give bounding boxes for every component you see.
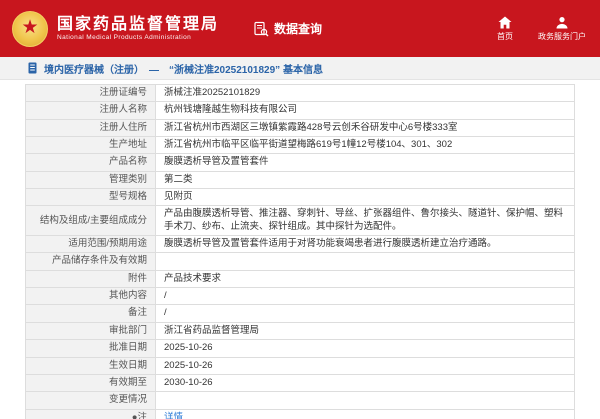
- site-title: 国家药品监督管理局: [57, 15, 220, 33]
- national-emblem-icon: ★: [12, 10, 48, 47]
- nav-portal[interactable]: 政务服务门户: [538, 16, 586, 42]
- row-label: 生产地址: [25, 136, 156, 155]
- info-table-body: 注册证编号 浙械注准20252101829 注册人名称 杭州钱塘隆越生物科技有限公司注…: [25, 83, 575, 419]
- row-value: 产品技术要求: [155, 269, 575, 289]
- table-row: 变更情况: [25, 391, 575, 410]
- breadcrumb-bar: 境内医疗器械（注册） — “浙械注准20252101829” 基本信息: [0, 57, 600, 80]
- table-row: 管理类别 第二类: [25, 170, 575, 190]
- row-label: 批准日期: [25, 339, 156, 358]
- row-value: 第二类: [155, 170, 575, 190]
- row-label: 型号规格: [25, 188, 156, 207]
- table-row: 型号规格 见附页: [25, 188, 575, 207]
- row-value: 浙江省杭州市临平区临平街道望梅路619号1幢12号楼104、301、302: [155, 136, 575, 155]
- row-label: 管理类别: [25, 170, 156, 190]
- row-value: 详情: [155, 408, 575, 419]
- star-icon: ★: [21, 17, 39, 38]
- table-row: 结构及组成/主要组成成分 产品由腹膜透析导管、推注器、穿刺针、导丝、扩张器组件、鲁…: [25, 205, 575, 237]
- site-subtitle: National Medical Products Administration: [57, 34, 192, 42]
- table-row: 注册人名称 杭州钱塘隆越生物科技有限公司: [25, 101, 575, 120]
- title-block: 国家药品监督管理局 National Medical Products Admi…: [57, 16, 219, 41]
- row-value: [155, 391, 575, 410]
- data-query-icon: [253, 21, 269, 37]
- row-label: 备注: [25, 304, 156, 323]
- row-label: 注册人名称: [25, 101, 156, 120]
- nav-portal-label: 政务服务门户: [538, 31, 586, 41]
- table-row: 其他内容 /: [25, 287, 575, 306]
- home-icon: [498, 16, 512, 31]
- header: ★ 国家药品监督管理局 National Medical Products Ad…: [0, 0, 600, 57]
- row-value: /: [155, 287, 575, 306]
- row-label: 结构及组成/主要组成成分: [25, 205, 156, 237]
- row-label: 注册人住所: [25, 118, 156, 138]
- row-label: ●注: [25, 408, 156, 419]
- row-label: 附件: [25, 269, 156, 289]
- row-label: 注册证编号: [25, 83, 156, 103]
- row-label: 产品名称: [25, 153, 156, 172]
- row-value: 2025-10-26: [155, 339, 575, 358]
- header-nav: 首页 政务服务门户: [490, 16, 586, 42]
- row-value: 浙械注准20252101829: [155, 83, 575, 103]
- row-label: 有效期至: [25, 373, 156, 393]
- row-value: 浙江省杭州市西湖区三墩镇紫霞路428号云创禾谷研发中心6号楼333室: [155, 118, 575, 138]
- table-row: 产品名称 腹膜透析导管及置管套件: [25, 153, 575, 172]
- row-label: 变更情况: [25, 391, 156, 410]
- row-value: 杭州钱塘隆越生物科技有限公司: [155, 101, 575, 120]
- row-value: 产品由腹膜透析导管、推注器、穿刺针、导丝、扩张器组件、鲁尔接头、隧道针、保护帽、…: [155, 205, 575, 237]
- row-value: [155, 252, 575, 271]
- table-row: 生产地址 浙江省杭州市临平区临平街道望梅路619号1幢12号楼104、301、30…: [25, 136, 575, 155]
- user-icon: [555, 16, 569, 31]
- breadcrumb-text: 境内医疗器械（注册） — “浙械注准20252101829” 基本信息: [44, 64, 323, 76]
- table-row: ●注 详情: [25, 408, 575, 419]
- row-value: 2030-10-26: [155, 373, 575, 393]
- detail-link[interactable]: 详情: [164, 412, 183, 419]
- info-table: 注册证编号 浙械注准20252101829 注册人名称 杭州钱塘隆越生物科技有限公司注…: [25, 83, 575, 419]
- row-value: 浙江省药品监督管理局: [155, 321, 575, 341]
- table-row: 注册证编号 浙械注准20252101829: [25, 83, 575, 103]
- table-row: 注册人住所 浙江省杭州市西湖区三墩镇紫霞路428号云创禾谷研发中心6号楼333室: [25, 118, 575, 138]
- table-row: 审批部门 浙江省药品监督管理局: [25, 321, 575, 341]
- table-row: 产品储存条件及有效期: [25, 252, 575, 271]
- nav-home[interactable]: 首页: [490, 16, 520, 42]
- row-value: 腹膜透析导管及置管套件适用于对肾功能衰竭患者进行腹膜透析建立治疗通路。: [155, 235, 575, 254]
- nav-home-label: 首页: [497, 31, 513, 41]
- table-row: 生效日期 2025-10-26: [25, 356, 575, 375]
- table-row: 适用范围/预期用途 腹膜透析导管及置管套件适用于对肾功能衰竭患者进行腹膜透析建立治…: [25, 235, 575, 254]
- row-value: 见附页: [155, 188, 575, 207]
- table-row: 备注 /: [25, 304, 575, 323]
- row-value: /: [155, 304, 575, 323]
- document-icon: [28, 62, 44, 74]
- row-label: 其他内容: [25, 287, 156, 306]
- info-table-wrap: 注册证编号 浙械注准20252101829 注册人名称 杭州钱塘隆越生物科技有限公司注…: [0, 80, 600, 419]
- table-row: 有效期至 2030-10-26: [25, 373, 575, 393]
- table-row: 批准日期 2025-10-26: [25, 339, 575, 358]
- row-label: 审批部门: [25, 321, 156, 341]
- row-value: 腹膜透析导管及置管套件: [155, 153, 575, 172]
- row-label: 产品储存条件及有效期: [25, 252, 156, 271]
- row-value: 2025-10-26: [155, 356, 575, 375]
- data-query-label: 数据查询: [274, 22, 323, 36]
- row-label: 生效日期: [25, 356, 156, 375]
- row-label: 适用范围/预期用途: [25, 235, 156, 254]
- data-query-button[interactable]: 数据查询: [253, 20, 322, 37]
- table-row: 附件 产品技术要求: [25, 269, 575, 289]
